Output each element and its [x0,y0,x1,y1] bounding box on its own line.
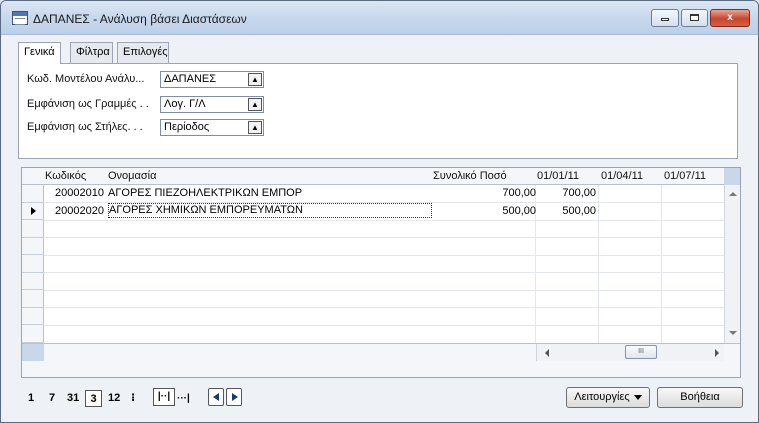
grid-body: 20002010 ΑΓΟΡΕΣ ΠΙΕΖΟΗΛΕΚΤΡΙΚΩΝ ΕΜΠΟΡ 70… [44,185,724,343]
row1-period-3[interactable] [662,185,722,202]
maximize-button[interactable] [681,9,708,27]
header-name[interactable]: Ονομασία [108,170,156,182]
header-total[interactable]: Συνολικό Ποσό [433,170,507,182]
show-as-lines-field[interactable]: Λογ. Γ/Λ ▲ [160,96,264,113]
header-period-2[interactable]: 01/04/11 [601,170,643,182]
net-change-icon[interactable]: |··| [153,388,175,406]
previous-period-button[interactable] [208,388,224,406]
row1-period-2[interactable] [599,185,659,202]
header-period-1[interactable]: 01/01/11 [537,170,579,182]
window-title: ΔΑΠΑΝΕΣ - Ανάλυση βάσει Διαστάσεων [33,12,247,26]
analysis-view-code-label: Κωδ. Μοντέλου Ανάλυ... [27,73,145,85]
scroll-down-icon[interactable] [729,331,737,335]
horizontal-scroll-thumb[interactable]: III [625,345,657,359]
grid-footer: III [22,343,740,377]
chevron-down-icon [633,394,642,400]
close-button[interactable]: x [710,9,750,27]
row1-period-1[interactable]: 700,00 [536,185,596,202]
row2-period-2[interactable] [599,203,659,220]
close-icon: x [727,12,733,23]
analysis-view-code-value: ΔΑΠΑΝΕΣ [164,73,217,85]
help-button[interactable]: Βοήθεια [657,387,743,408]
analysis-matrix-grid[interactable]: Κωδικός Ονομασία Συνολικό Ποσό 01/01/11 … [21,167,741,378]
horizontal-scrollbar[interactable]: III [536,344,724,361]
minimize-button[interactable] [651,9,679,27]
general-tab-page: Κωδ. Μοντέλου Ανάλυ... ΔΑΠΑΝΕΣ ▲ Εμφάνισ… [18,63,738,159]
grid-header: Κωδικός Ονομασία Συνολικό Ποσό 01/01/11 … [22,168,740,185]
row-selector[interactable] [22,220,44,238]
row-selector[interactable] [22,308,44,325]
row2-period-3[interactable] [662,203,722,220]
period-year-button[interactable]: 12 [108,390,120,407]
row-selector[interactable] [22,185,44,203]
show-as-columns-field[interactable]: Περίοδος ▲ [160,119,264,136]
row2-total[interactable]: 500,00 [454,203,536,220]
show-as-lines-value: Λογ. Γ/Λ [164,98,206,110]
row-selector[interactable] [22,290,44,308]
accounting-period-button[interactable]: ⁝ [131,390,135,407]
row2-period-1[interactable]: 500,00 [536,203,596,220]
header-period-3[interactable]: 01/07/11 [664,170,706,182]
period-week-button[interactable]: 7 [49,390,55,407]
row-selector[interactable] [22,273,44,290]
row-selector[interactable] [22,255,44,273]
scroll-right-icon[interactable] [715,349,719,357]
scroll-left-icon[interactable] [545,349,549,357]
tab-options[interactable]: Επιλογές [117,42,169,63]
row-selector[interactable] [22,238,44,255]
show-as-columns-lookup-button[interactable]: ▲ [248,121,262,134]
tab-filters[interactable]: Φίλτρα [70,42,113,63]
header-code[interactable]: Κωδικός [45,170,86,182]
row-selector[interactable] [22,325,44,343]
footer-corner [22,344,44,361]
minimize-icon [661,18,669,21]
scrollbar-corner [725,168,740,185]
previous-icon [213,393,219,401]
show-as-columns-label: Εμφάνιση ως Στήλες. . . [27,121,143,133]
functions-button[interactable]: Λειτουργίες [566,387,650,408]
app-icon [12,11,28,25]
period-quarter-button[interactable]: 3 [85,390,102,407]
tab-general[interactable]: Γενικά [18,42,61,64]
title-bar[interactable]: ΔΑΠΑΝΕΣ - Ανάλυση βάσει Διαστάσεων x [1,1,758,35]
next-icon [232,393,238,401]
analysis-window: ΔΑΠΑΝΕΣ - Ανάλυση βάσει Διαστάσεων x Γεν… [0,0,759,423]
show-as-lines-label: Εμφάνιση ως Γραμμές . . [27,98,149,110]
row-selector-column [22,185,44,343]
period-day-button[interactable]: 1 [28,390,34,407]
analysis-view-lookup-button[interactable]: ▲ [248,73,262,86]
row1-total[interactable]: 700,00 [454,185,536,202]
maximize-icon [690,14,699,21]
period-month-button[interactable]: 31 [67,390,79,407]
functions-button-label: Λειτουργίες [574,391,630,403]
vertical-scrollbar[interactable] [724,168,740,343]
row1-code[interactable]: 20002010 [44,185,104,202]
balance-at-date-icon[interactable]: ···| [177,390,190,407]
window-body: Γενικά Φίλτρα Επιλογές Κωδ. Μοντέλου Ανά… [5,36,754,420]
analysis-view-code-field[interactable]: ΔΑΠΑΝΕΣ ▲ [160,71,264,88]
row1-name[interactable]: ΑΓΟΡΕΣ ΠΙΕΖΟΗΛΕΚΤΡΙΚΩΝ ΕΜΠΟΡ [108,185,432,202]
row2-code[interactable]: 20002020 [44,203,104,220]
row2-name[interactable]: ΑΓΟΡΕΣ ΧΗΜΙΚΩΝ ΕΜΠΟΡΕΥΜΑΤΩΝ [108,203,432,218]
row-selector-current[interactable] [22,203,44,220]
show-as-columns-value: Περίοδος [164,121,210,133]
next-period-button[interactable] [226,388,242,406]
scroll-up-icon[interactable] [729,192,737,196]
show-as-lines-lookup-button[interactable]: ▲ [248,98,262,111]
